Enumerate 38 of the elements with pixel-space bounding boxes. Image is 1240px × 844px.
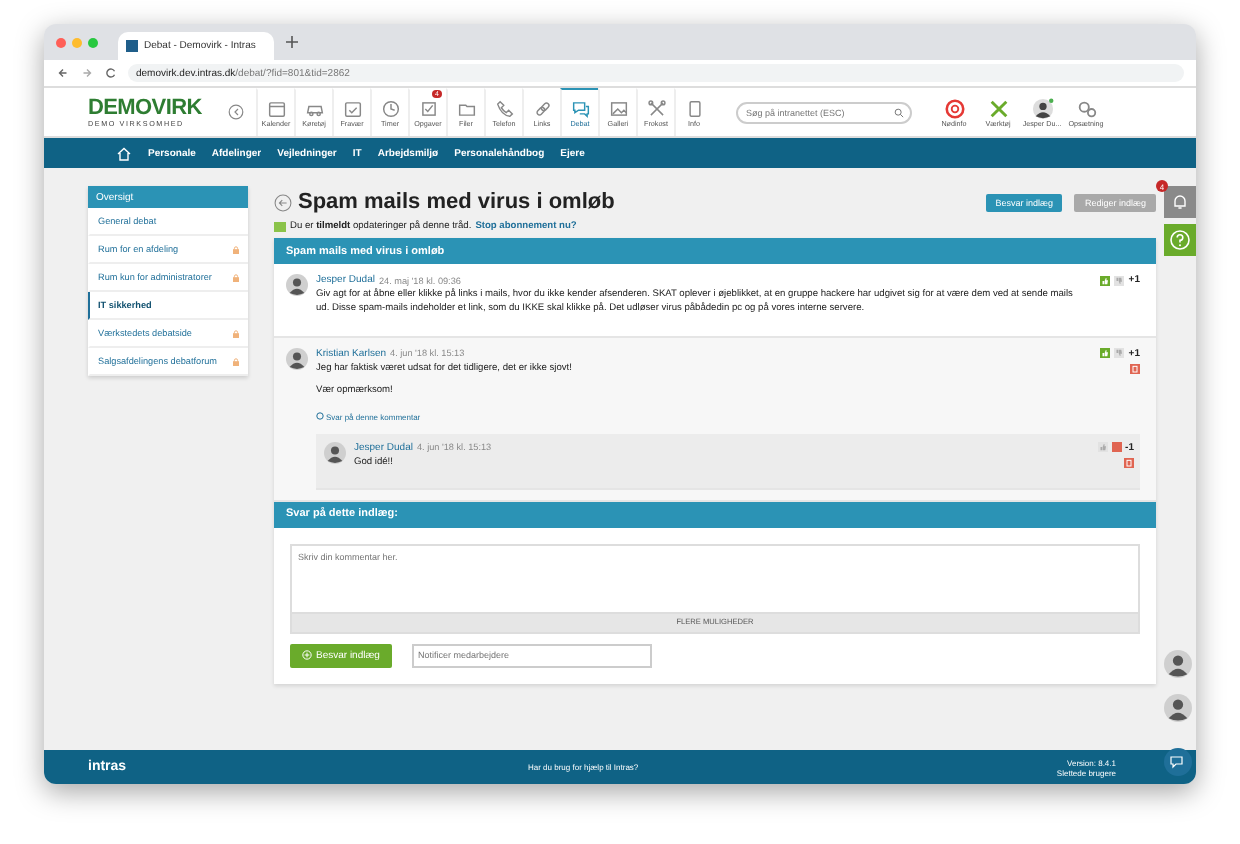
tablet-icon — [683, 98, 705, 120]
thumbs-down-button[interactable] — [1114, 348, 1125, 359]
trash-icon[interactable] — [1130, 363, 1140, 374]
bell-icon — [1170, 192, 1190, 212]
reload-icon[interactable] — [104, 66, 118, 80]
trash-icon[interactable] — [1124, 457, 1134, 468]
avatar-icon — [286, 347, 308, 370]
thumbs-down-button[interactable] — [1111, 442, 1122, 453]
chat-avatar — [1164, 650, 1192, 678]
chat-avatar — [1164, 694, 1192, 722]
back-icon[interactable] — [274, 193, 292, 211]
new-tab-icon[interactable] — [286, 36, 298, 48]
thumbs-down-button[interactable] — [1114, 275, 1125, 285]
thumbs-up-button[interactable] — [1100, 275, 1111, 285]
link-icon — [531, 98, 553, 120]
phone-icon — [493, 98, 515, 120]
forward-icon[interactable] — [80, 66, 94, 80]
plus-icon — [302, 650, 312, 661]
image-icon — [607, 98, 629, 120]
calendar-icon — [265, 98, 287, 120]
avatar-icon — [1031, 97, 1053, 119]
home-icon[interactable] — [116, 145, 132, 161]
cross-icon — [645, 98, 667, 120]
page-title: Spam mails med virus i omløb — [298, 190, 617, 214]
avatar-icon — [324, 441, 346, 464]
back-icon[interactable] — [56, 66, 70, 80]
checkbox-icon — [417, 98, 439, 120]
help-button[interactable] — [1164, 224, 1196, 256]
search-icon — [894, 107, 904, 117]
gears-icon — [1075, 97, 1097, 119]
chat-icon — [569, 98, 591, 120]
avatar-icon — [286, 274, 308, 296]
thumbs-up-button[interactable] — [1097, 442, 1108, 453]
clock-icon — [379, 98, 401, 120]
logo[interactable]: DEMOVIRK — [88, 97, 216, 119]
thumbs-up-button[interactable] — [1100, 348, 1111, 359]
calendar-check-icon — [341, 98, 363, 120]
collapse-icon[interactable] — [228, 104, 244, 120]
